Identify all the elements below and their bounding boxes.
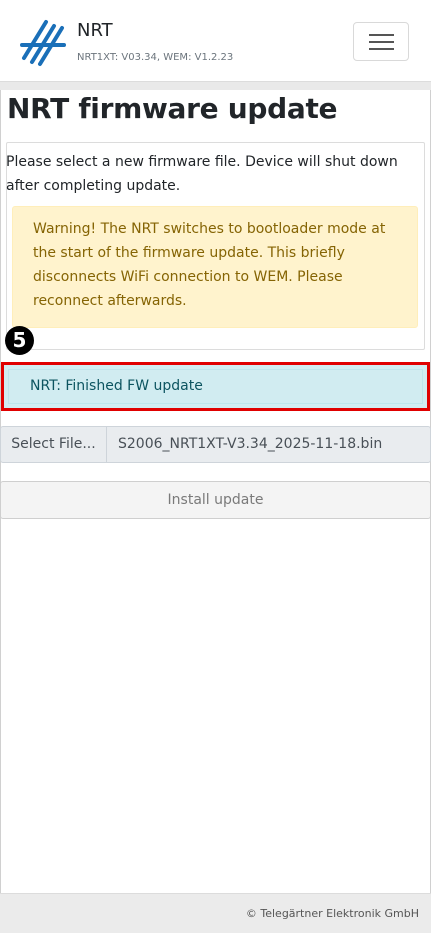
status-alert-highlight: NRT: Finished FW update (1, 362, 430, 411)
nrt-logo-icon[interactable] (20, 18, 66, 68)
warning-alert: Warning! The NRT switches to bootloader … (12, 206, 418, 328)
status-text: NRT: Finished FW update (30, 378, 203, 394)
file-name-field[interactable]: S2006_NRT1XT-V3.34_2025-11-18.bin (106, 426, 431, 463)
hamburger-menu-icon-bar (369, 41, 394, 43)
hamburger-menu-icon-bar (369, 48, 394, 50)
page-title: NRT firmware update (7, 92, 338, 125)
file-input-group: Select File... S2006_NRT1XT-V3.34_2025-1… (0, 426, 431, 463)
select-file-button[interactable]: Select File... (0, 426, 107, 463)
instructions-text: Please select a new firmware file. Devic… (6, 154, 398, 194)
install-update-button[interactable]: Install update (0, 481, 431, 519)
brand-name[interactable]: NRT (77, 20, 113, 41)
copyright-text: © Telegärtner Elektronik GmbH (245, 907, 419, 920)
version-info: NRT1XT: V03.34, WEM: V1.2.23 (77, 52, 234, 63)
header-divider (0, 82, 431, 90)
app-frame (0, 0, 431, 933)
step-marker-badge: 5 (5, 326, 34, 355)
hamburger-menu-icon (369, 34, 394, 36)
footer: © Telegärtner Elektronik GmbH (0, 893, 431, 933)
menu-toggle-button[interactable] (353, 22, 409, 61)
warning-text: Warning! The NRT switches to bootloader … (33, 221, 386, 309)
navbar: NRT NRT1XT: V03.34, WEM: V1.2.23 (0, 0, 431, 82)
